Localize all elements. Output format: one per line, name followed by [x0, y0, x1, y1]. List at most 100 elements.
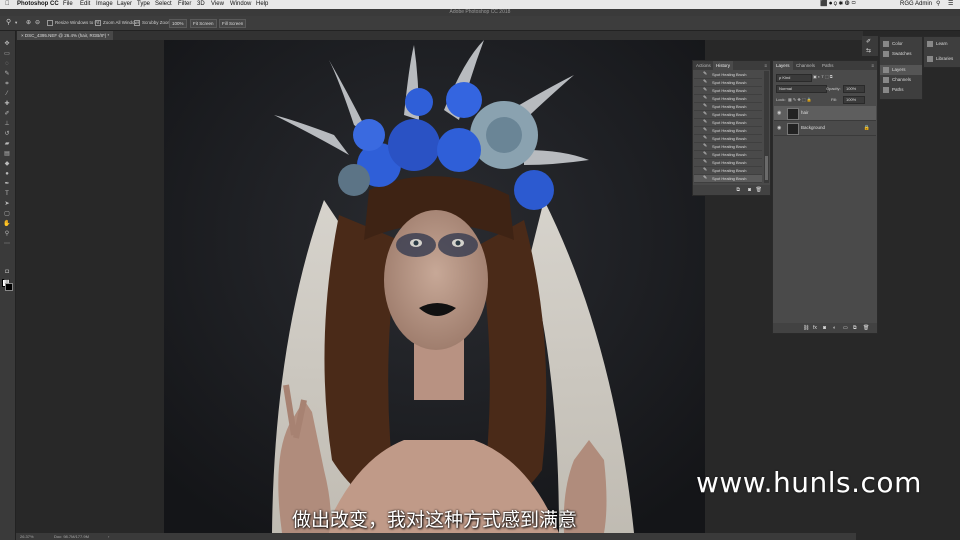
fill-screen-button[interactable]: Fill Screen: [219, 19, 247, 28]
tab-history[interactable]: History: [713, 61, 734, 70]
history-state-row[interactable]: ✎ Spot Healing Brush: [694, 87, 762, 95]
clone-stamp-tool-icon[interactable]: ⊥: [3, 121, 11, 127]
dock-libraries[interactable]: Libraries: [924, 54, 953, 64]
menu-help[interactable]: Help: [256, 0, 268, 9]
quick-mask-icon[interactable]: ◘: [3, 269, 11, 275]
healing-brush-tool-icon[interactable]: ✚: [3, 101, 11, 107]
zoom-out-icon[interactable]: ⊖: [35, 19, 40, 27]
zoom-tool-icon[interactable]: ⚲: [6, 19, 11, 27]
marquee-tool-icon[interactable]: ▭: [3, 51, 11, 57]
menu-edit[interactable]: Edit: [80, 0, 90, 9]
lock-icons[interactable]: ▦ ✎ ✥ ⬚ 🔒: [788, 97, 812, 103]
brush-tool-icon[interactable]: ✐: [3, 111, 11, 117]
spotlight-icon[interactable]: ⚲: [936, 0, 940, 9]
tab-paths[interactable]: Paths: [819, 61, 837, 70]
lasso-tool-icon[interactable]: ◌: [3, 61, 11, 67]
properties-icon[interactable]: ⇆: [866, 47, 871, 54]
user-name[interactable]: RGG Admin: [900, 0, 932, 9]
dock-learn[interactable]: Learn: [924, 39, 948, 49]
eraser-tool-icon[interactable]: ▰: [3, 141, 11, 147]
tool-preset-dropdown[interactable]: ▾: [15, 19, 17, 27]
layer-filter-kind[interactable]: ρ Kind: [776, 74, 812, 82]
scrubby-zoom-checkbox[interactable]: Scrubby Zoom: [134, 19, 171, 27]
history-state-row[interactable]: ✎ Spot Healing Brush: [694, 103, 762, 111]
blur-tool-icon[interactable]: ◆: [3, 161, 11, 167]
layer-row-hair[interactable]: ◉ hair: [774, 106, 876, 121]
dock-color[interactable]: Color: [880, 39, 903, 49]
history-state-row[interactable]: ✎ Spot Healing Brush: [694, 167, 762, 175]
menu-window[interactable]: Window: [230, 0, 251, 9]
visibility-eye-icon[interactable]: ◉: [777, 110, 783, 116]
dodge-tool-icon[interactable]: ●: [3, 171, 11, 177]
history-state-row[interactable]: ✎ Spot Healing Brush: [694, 119, 762, 127]
layer-row-background[interactable]: ◉ Background 🔒: [774, 121, 876, 136]
hand-tool-icon[interactable]: ✋: [3, 221, 11, 227]
app-name-menu[interactable]: Photoshop CC: [17, 0, 59, 9]
layer-style-icon[interactable]: fx: [813, 325, 817, 331]
brush-settings-icon[interactable]: ✐: [866, 38, 871, 45]
zoom-level[interactable]: 26.37%: [20, 533, 34, 540]
eyedropper-tool-icon[interactable]: ⁄: [3, 91, 11, 97]
menu-filter[interactable]: Filter: [178, 0, 191, 9]
add-mask-icon[interactable]: ◙: [823, 325, 826, 331]
tab-actions[interactable]: Actions: [693, 61, 714, 70]
history-state-row[interactable]: ✎ Spot Healing Brush: [694, 79, 762, 87]
more-tools-icon[interactable]: ⋯: [3, 241, 11, 247]
fill-field[interactable]: 100%: [843, 96, 865, 104]
link-layers-icon[interactable]: ⛓: [803, 325, 809, 331]
history-state-row[interactable]: ✎ Spot Healing Brush: [694, 135, 762, 143]
notification-icon[interactable]: ☰: [948, 0, 953, 9]
resize-windows-checkbox[interactable]: Resize Windows to Fit: [47, 19, 100, 27]
new-layer-icon[interactable]: ⧉: [853, 325, 857, 331]
menu-file[interactable]: File: [63, 0, 73, 9]
screen-mode-icon[interactable]: ▣: [3, 279, 11, 285]
type-tool-icon[interactable]: T: [3, 191, 11, 197]
menu-image[interactable]: Image: [96, 0, 113, 9]
zoom-100-button[interactable]: 100%: [169, 19, 187, 28]
opacity-field[interactable]: 100%: [843, 85, 865, 93]
crop-tool-icon[interactable]: ⌗: [3, 81, 11, 87]
layers-panel-menu-icon[interactable]: ≡: [868, 61, 877, 70]
history-state-row[interactable]: ✎ Spot Healing Brush: [694, 159, 762, 167]
document-tab[interactable]: × DSC_4395.NEF @ 26.4% (hair, RGB/8*) *: [17, 31, 114, 40]
history-state-row[interactable]: ✎ Spot Healing Brush: [694, 111, 762, 119]
zoom-tool-icon[interactable]: ⚲: [3, 231, 11, 237]
history-scrollbar[interactable]: [764, 71, 769, 183]
new-snapshot-icon[interactable]: ◙: [748, 187, 751, 193]
menu-type[interactable]: Type: [137, 0, 150, 9]
document-canvas-image[interactable]: [164, 40, 705, 533]
history-state-row[interactable]: ✎ Spot Healing Brush: [694, 151, 762, 159]
adjustment-layer-icon[interactable]: ◐: [833, 325, 836, 331]
fit-screen-button[interactable]: Fit Screen: [190, 19, 217, 28]
dock-swatches[interactable]: Swatches: [880, 49, 912, 59]
menu-layer[interactable]: Layer: [117, 0, 132, 9]
panel-menu-icon[interactable]: ≡: [761, 61, 770, 70]
history-state-row[interactable]: ✎ Spot Healing Brush: [694, 95, 762, 103]
history-brush-tool-icon[interactable]: ↺: [3, 131, 11, 137]
layer-lock-icon[interactable]: 🔒: [864, 121, 870, 135]
filter-icons[interactable]: ▣ ◐ T ⬚ ⧉: [813, 74, 833, 80]
quick-select-tool-icon[interactable]: ✎: [3, 71, 11, 77]
move-tool-icon[interactable]: ✥: [3, 41, 11, 47]
doc-size[interactable]: Doc: 98.7M/177.9M: [54, 533, 89, 540]
new-group-icon[interactable]: ▭: [843, 325, 848, 331]
dock-paths[interactable]: Paths: [880, 85, 904, 95]
zoom-in-icon[interactable]: ⊕: [26, 19, 31, 27]
path-select-tool-icon[interactable]: ➤: [3, 201, 11, 207]
tab-close-icon[interactable]: ×: [21, 33, 24, 38]
menu-3d[interactable]: 3D: [197, 0, 205, 9]
pen-tool-icon[interactable]: ✒: [3, 181, 11, 187]
history-state-row[interactable]: ✎ Spot Healing Brush: [694, 143, 762, 151]
history-state-row[interactable]: ✎ Spot Healing Brush: [694, 127, 762, 135]
status-menu-arrow[interactable]: ›: [108, 533, 109, 540]
gradient-tool-icon[interactable]: ▤: [3, 151, 11, 157]
history-state-row[interactable]: ✎ Spot Healing Brush: [694, 175, 762, 183]
menu-select[interactable]: Select: [155, 0, 172, 9]
delete-state-icon[interactable]: 🗑: [756, 187, 762, 193]
delete-layer-icon[interactable]: 🗑: [863, 325, 869, 331]
menu-view[interactable]: View: [211, 0, 224, 9]
rectangle-tool-icon[interactable]: ▢: [3, 211, 11, 217]
dock-channels[interactable]: Channels: [880, 75, 911, 85]
new-document-from-state-icon[interactable]: ⧉: [736, 187, 740, 193]
blend-mode-dropdown[interactable]: Normal: [776, 85, 827, 93]
